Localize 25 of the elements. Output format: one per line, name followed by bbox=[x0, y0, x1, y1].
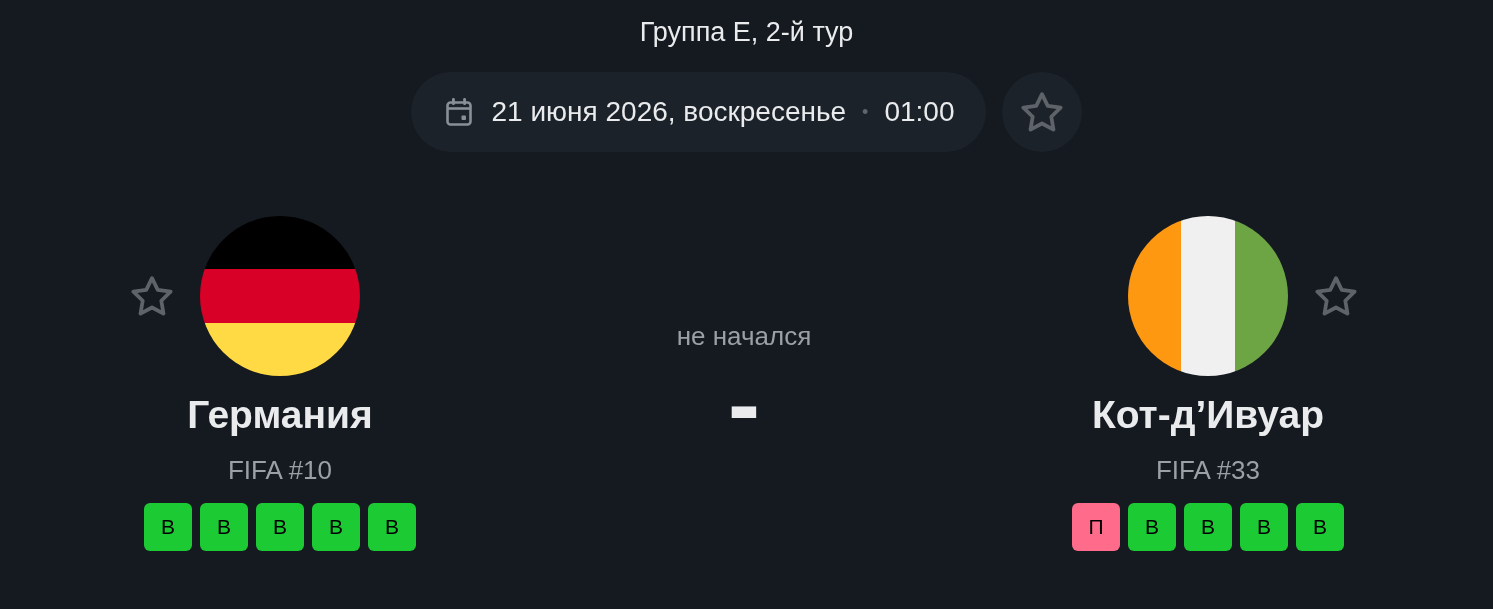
fifa-ranking: FIFA #33 bbox=[1155, 455, 1261, 485]
form-result: В bbox=[1184, 503, 1232, 551]
match-time: 01:00 bbox=[884, 96, 955, 128]
form-result: П bbox=[1072, 503, 1120, 551]
team-name: Кот-д’Ивуар bbox=[1091, 393, 1325, 437]
form-result: В bbox=[1296, 503, 1344, 551]
star-icon[interactable] bbox=[1315, 275, 1357, 317]
match-score: - bbox=[728, 374, 760, 434]
calendar-icon bbox=[445, 98, 472, 126]
form-result: В bbox=[200, 503, 248, 551]
flag-icon bbox=[1128, 216, 1288, 376]
form-result: В bbox=[1240, 503, 1288, 551]
group-round-title: Группа E, 2-й тур bbox=[638, 16, 855, 48]
star-icon[interactable] bbox=[131, 275, 173, 317]
form-result: В bbox=[256, 503, 304, 551]
match-status: не начался bbox=[676, 321, 812, 351]
flag-icon bbox=[200, 216, 360, 376]
form-result: В bbox=[144, 503, 192, 551]
form-result: В bbox=[368, 503, 416, 551]
team-name: Германия bbox=[187, 393, 373, 437]
form-result: В bbox=[312, 503, 360, 551]
fifa-ranking: FIFA #10 bbox=[227, 455, 333, 485]
form-result: В bbox=[1128, 503, 1176, 551]
separator-dot: • bbox=[862, 100, 869, 124]
match-date: 21 июня 2026, воскресенье bbox=[491, 96, 847, 128]
